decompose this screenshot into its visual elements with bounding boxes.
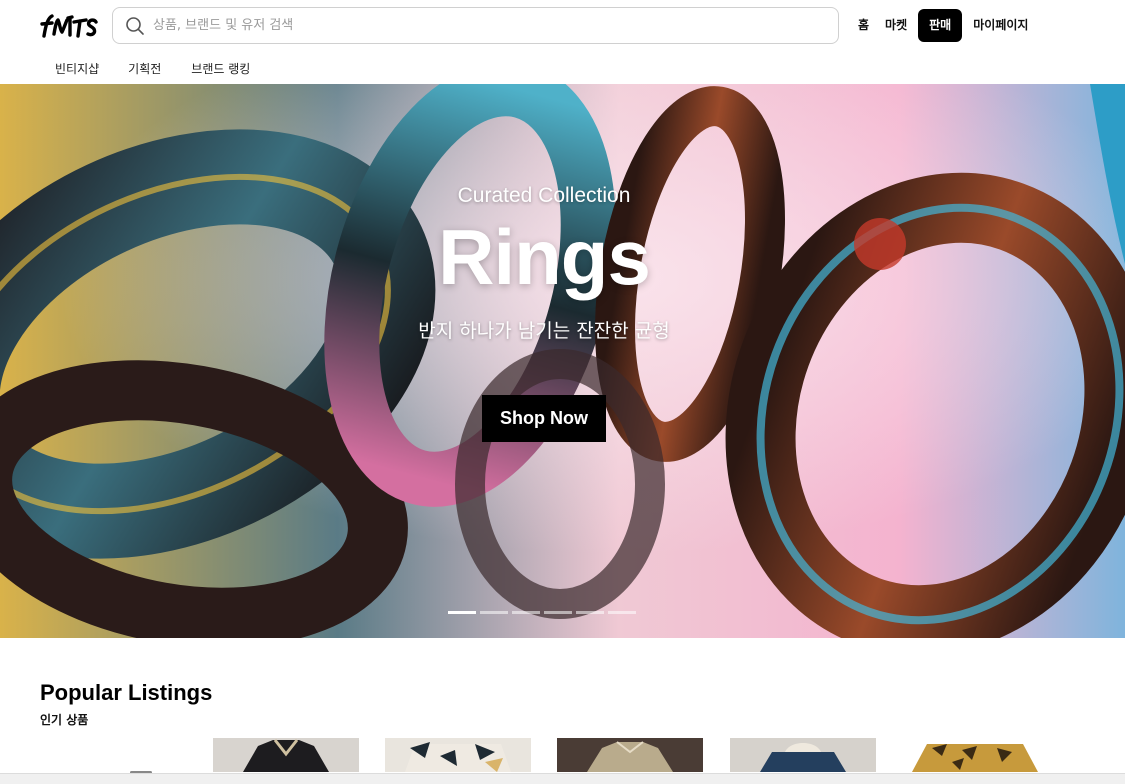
carousel-dot[interactable] xyxy=(448,611,476,614)
nav-market[interactable]: 마켓 xyxy=(877,9,915,42)
hero-subtitle: 반지 하나가 남기는 잔잔한 균형 xyxy=(418,320,670,342)
carousel-dot[interactable] xyxy=(608,611,636,614)
product-thumbnail[interactable] xyxy=(385,738,531,772)
subnav-exhibitions[interactable]: 기획전 xyxy=(128,60,161,77)
main-nav: 홈 마켓 판매 마이페이지 xyxy=(850,9,1036,42)
sub-nav: 빈티지샵 기획전 브랜드 랭킹 xyxy=(0,52,1125,84)
search-icon xyxy=(126,16,144,35)
product-thumbnail[interactable] xyxy=(902,738,1048,772)
product-thumbnail[interactable] xyxy=(213,738,359,772)
fruits-logo[interactable] xyxy=(40,10,100,42)
shop-now-button[interactable]: Shop Now xyxy=(482,395,606,442)
nav-home[interactable]: 홈 xyxy=(850,9,877,42)
nav-mypage[interactable]: 마이페이지 xyxy=(965,9,1036,42)
carousel-dot[interactable] xyxy=(480,611,508,614)
search-bar[interactable] xyxy=(112,7,839,44)
popular-listings-subtitle: 인기 상품 xyxy=(40,713,89,727)
product-thumbnail[interactable] xyxy=(557,738,703,772)
hero-overline: Curated Collection xyxy=(457,184,631,207)
carousel-indicators xyxy=(448,611,640,614)
carousel-dot[interactable] xyxy=(544,611,572,614)
top-header: 홈 마켓 판매 마이페이지 xyxy=(0,0,1125,52)
nav-sell-button[interactable]: 판매 xyxy=(918,9,963,42)
hero-banner[interactable]: Curated Collection Rings 반지 하나가 남기는 잔잔한 … xyxy=(0,84,1125,638)
product-thumbnail[interactable] xyxy=(730,738,876,772)
hero-title: Rings xyxy=(438,213,651,301)
carousel-dot[interactable] xyxy=(512,611,540,614)
subnav-vintage-shop[interactable]: 빈티지샵 xyxy=(55,60,99,77)
search-input[interactable] xyxy=(153,18,803,33)
horizontal-scrollbar[interactable] xyxy=(0,773,1125,784)
popular-listings-title: Popular Listings xyxy=(40,680,213,705)
carousel-dot[interactable] xyxy=(576,611,604,614)
subnav-brand-ranking[interactable]: 브랜드 랭킹 xyxy=(191,60,250,77)
hero-background-image xyxy=(0,84,1125,638)
